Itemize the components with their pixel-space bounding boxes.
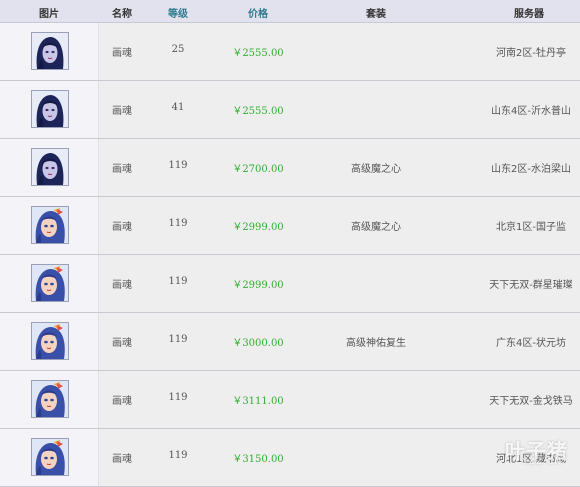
image-cell <box>0 197 99 254</box>
image-cell <box>0 429 99 486</box>
character-name: 画魂 <box>112 164 132 175</box>
character-name: 画魂 <box>112 338 132 349</box>
watermark-domain: YZZ.CN <box>522 457 562 467</box>
character-name: 画魂 <box>112 454 132 465</box>
character-level: 41 <box>171 102 185 113</box>
header-price-sort[interactable]: 价格 <box>248 5 268 20</box>
image-cell <box>0 139 99 196</box>
price-value: ￥2999.00 <box>232 280 284 291</box>
table-row-5[interactable]: 画魂 119 ￥2999.00 天下无双-群星璀璨 <box>0 255 580 313</box>
header-image: 图片 <box>39 9 59 20</box>
equipment-set: 高级魔之心 <box>351 222 401 233</box>
listing-table: 图片 名称 等级 价格 套装 服务器 画魂 25 ￥2555.00 河南2区-牡… <box>0 0 580 487</box>
price-value: ￥2555.00 <box>232 106 284 117</box>
character-avatar-icon[interactable] <box>31 380 69 418</box>
table-row-6[interactable]: 画魂 119 ￥3000.00 高级神佑复生 广东4区-状元坊 <box>0 313 580 371</box>
price-value: ￥2555.00 <box>232 48 284 59</box>
character-avatar-icon[interactable] <box>31 438 69 476</box>
character-level: 119 <box>168 160 188 171</box>
server-name[interactable]: 北京1区-国子监 <box>496 218 566 233</box>
equipment-set: 高级魔之心 <box>351 164 401 175</box>
header-name: 名称 <box>112 9 132 20</box>
character-avatar-icon[interactable] <box>31 206 69 244</box>
price-value: ￥2700.00 <box>232 164 284 175</box>
equipment-set: 高级神佑复生 <box>346 338 406 349</box>
character-level: 119 <box>168 276 188 287</box>
character-name: 画魂 <box>112 396 132 407</box>
server-name[interactable]: 山东4区-沂水普山 <box>491 102 571 117</box>
price-value: ￥2999.00 <box>232 222 284 233</box>
header-level-sort[interactable]: 等级 <box>168 5 188 20</box>
table-row-3[interactable]: 画魂 119 ￥2700.00 高级魔之心 山东2区-水泊梁山 <box>0 139 580 197</box>
server-name[interactable]: 河南2区-牡丹亭 <box>496 44 566 59</box>
character-level: 119 <box>168 392 188 403</box>
server-name[interactable]: 山东2区-水泊梁山 <box>491 160 571 175</box>
table-row-2[interactable]: 画魂 41 ￥2555.00 山东4区-沂水普山 <box>0 81 580 139</box>
table-row-4[interactable]: 画魂 119 ￥2999.00 高级魔之心 北京1区-国子监 <box>0 197 580 255</box>
character-level: 119 <box>168 450 188 461</box>
price-value: ￥3111.00 <box>232 396 284 407</box>
character-avatar-icon[interactable] <box>31 264 69 302</box>
character-avatar-icon[interactable] <box>31 148 69 186</box>
table-row-1[interactable]: 画魂 25 ￥2555.00 河南2区-牡丹亭 <box>0 23 580 81</box>
header-server: 服务器 <box>514 9 544 20</box>
image-cell <box>0 371 99 428</box>
image-cell <box>0 255 99 312</box>
character-avatar-icon[interactable] <box>31 90 69 128</box>
price-value: ￥3000.00 <box>232 338 284 349</box>
character-level: 25 <box>171 44 185 55</box>
image-cell <box>0 81 99 138</box>
watermark-logo: 叶子猪 YZZ.CN <box>505 435 568 467</box>
character-name: 画魂 <box>112 222 132 233</box>
table-row-8[interactable]: 画魂 119 ￥3150.00 河北1区-藏书城 <box>0 429 580 487</box>
character-name: 画魂 <box>112 48 132 59</box>
header-set: 套装 <box>366 9 386 20</box>
character-level: 119 <box>168 218 188 229</box>
character-name: 画魂 <box>112 280 132 291</box>
table-header: 图片 名称 等级 价格 套装 服务器 <box>0 0 580 23</box>
character-level: 119 <box>168 334 188 345</box>
image-cell <box>0 313 99 370</box>
price-value: ￥3150.00 <box>232 454 284 465</box>
character-avatar-icon[interactable] <box>31 32 69 70</box>
server-name[interactable]: 天下无双-群星璀璨 <box>489 276 573 291</box>
image-cell <box>0 23 99 80</box>
server-name[interactable]: 天下无双-金戈铁马 <box>489 392 573 407</box>
character-avatar-icon[interactable] <box>31 322 69 360</box>
table-row-7[interactable]: 画魂 119 ￥3111.00 天下无双-金戈铁马 <box>0 371 580 429</box>
character-name: 画魂 <box>112 106 132 117</box>
server-name[interactable]: 广东4区-状元坊 <box>496 334 566 349</box>
